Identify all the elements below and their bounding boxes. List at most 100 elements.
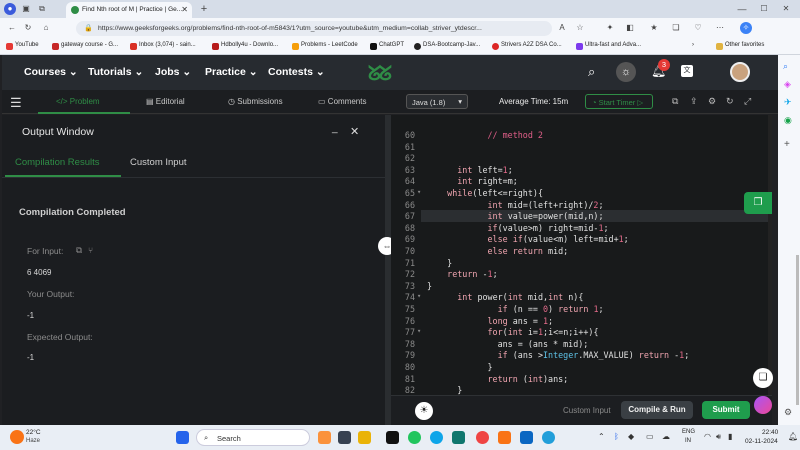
tray-app-icon[interactable]: ◆ — [628, 432, 634, 441]
tray-overflow-icon[interactable]: ⌃ — [598, 432, 605, 441]
file-explorer-icon[interactable] — [358, 431, 371, 444]
read-aloud-icon[interactable]: A — [556, 22, 568, 34]
minimize-panel-icon[interactable]: _ — [332, 123, 338, 134]
compile-run-button[interactable]: Compile & Run — [621, 401, 693, 419]
linkedin-icon[interactable] — [520, 431, 533, 444]
book-float-icon[interactable]: ❏ — [753, 368, 773, 388]
language-bottom[interactable]: IN — [685, 438, 691, 444]
code-line[interactable]: // method 2 — [427, 130, 543, 140]
tab-actions-icon[interactable]: ⧉ — [36, 3, 48, 15]
code-line[interactable]: while(left<=right){ — [427, 188, 543, 198]
sidebar-settings-icon[interactable]: ⚙ — [784, 407, 792, 418]
maximize-icon[interactable]: ☐ — [758, 3, 770, 15]
custom-input-button[interactable]: Custom Input — [563, 406, 611, 415]
favorites-icon[interactable]: ★ — [648, 22, 660, 34]
language-select[interactable]: Java (1.8) ▾ — [406, 94, 468, 109]
code-line[interactable]: if (ans >Integer.MAX_VALUE) return -1; — [427, 350, 690, 360]
bookmark-ultra-fast[interactable]: Ultra-fast and Adva... — [576, 42, 641, 50]
weather-icon[interactable] — [10, 430, 24, 444]
tab-custom-input[interactable]: Custom Input — [130, 157, 187, 168]
copy-input-icon[interactable]: ⧉ — [76, 245, 82, 256]
refresh-icon[interactable]: ↻ — [22, 22, 34, 34]
profile-icon[interactable]: ● — [4, 3, 16, 15]
battery-icon[interactable]: ▭ — [646, 432, 654, 441]
search-icon[interactable]: ⌕ — [588, 64, 595, 80]
bookmark-leetcode[interactable]: Problems - LeetCode — [292, 42, 358, 50]
bookmark-gateway[interactable]: gateway course - G... — [52, 42, 118, 50]
code-line[interactable]: ans = (ans * mid); — [427, 339, 589, 349]
sidebar-shopping-icon[interactable]: ◈ — [784, 79, 791, 90]
submit-button[interactable]: Submit — [702, 401, 750, 419]
tab-compilation-results[interactable]: Compilation Results — [15, 157, 99, 168]
collections-icon[interactable]: ❏ — [670, 22, 682, 34]
tab-problem[interactable]: </> Problem — [56, 97, 100, 106]
nav-jobs[interactable]: Jobs ⌄ — [155, 66, 191, 78]
nav-courses[interactable]: Courses ⌄ — [24, 66, 78, 78]
taskbar-search[interactable]: ⌕ Search — [196, 429, 310, 446]
nav-contests[interactable]: Contests ⌄ — [268, 66, 325, 78]
code-line[interactable]: int left=1; — [427, 165, 513, 175]
reset-icon[interactable]: ↻ — [726, 96, 734, 107]
home-icon[interactable]: ⌂ — [40, 22, 52, 34]
nav-practice[interactable]: Practice ⌄ — [205, 66, 258, 78]
whatsapp-icon[interactable] — [408, 431, 421, 444]
bookmark-other-favorites[interactable]: Other favorites — [716, 42, 764, 50]
browser-essentials-icon[interactable]: ♡ — [692, 22, 704, 34]
code-line[interactable]: if (n == 0) return 1; — [427, 304, 604, 314]
favorite-star-icon[interactable]: ☆ — [574, 22, 586, 34]
onedrive-icon[interactable]: ☁ — [662, 432, 670, 441]
bookmark-inbox[interactable]: Inbox (3,074) - sain... — [130, 42, 196, 50]
tab-submissions[interactable]: ◷ Submissions — [228, 97, 283, 106]
nav-tutorials[interactable]: Tutorials ⌄ — [88, 66, 143, 78]
bookmarks-overflow-icon[interactable]: › — [692, 42, 694, 48]
url-field[interactable]: 🔒 https://www.geeksforgeeks.org/problems… — [76, 21, 552, 36]
code-line[interactable]: else return mid; — [427, 246, 569, 256]
hamburger-menu-icon[interactable]: ☰ — [10, 95, 22, 111]
clock-time[interactable]: 22:40 — [762, 429, 778, 436]
sidebar-search-icon[interactable]: ⌕ — [783, 61, 788, 72]
chrome-icon[interactable] — [476, 431, 489, 444]
fold-arrow-icon[interactable]: ▾ — [417, 327, 421, 335]
start-timer-button[interactable]: ◔ Start Timer ▷ — [585, 94, 653, 109]
bluetooth-icon[interactable]: ᛒ — [614, 432, 619, 441]
task-view-icon[interactable] — [338, 431, 351, 444]
code-line[interactable]: long ans = 1; — [427, 316, 554, 326]
close-panel-icon[interactable]: ✕ — [350, 125, 359, 138]
code-line[interactable]: int mid=(left+right)/2; — [427, 200, 604, 210]
code-line[interactable]: int value=power(mid,n); — [427, 211, 604, 221]
code-editor[interactable]: 60 // method 2 61 62 63 int left=1; 64 int r… — [391, 115, 772, 395]
workspaces-icon[interactable]: ▣ — [20, 3, 32, 15]
code-line[interactable]: } — [427, 281, 432, 291]
translate-icon[interactable]: 文 — [681, 65, 693, 77]
battery-status-icon[interactable]: ▮ — [728, 432, 732, 441]
bulb-icon[interactable]: ☀ — [415, 402, 433, 420]
bookmark-hdbolly[interactable]: Hdbolly4u - Downlo... — [212, 42, 278, 50]
code-line[interactable]: int power(int mid,int n){ — [427, 292, 583, 302]
tab-editorial[interactable]: ▤ Editorial — [146, 97, 185, 106]
code-line[interactable]: } — [427, 385, 462, 395]
bookmark-chatgpt[interactable]: ChatGPT — [370, 42, 404, 50]
sidebar-games-icon[interactable]: ◉ — [784, 115, 792, 126]
copy-icon[interactable]: ⧉ — [672, 96, 678, 107]
code-line[interactable]: return (int)ans; — [427, 374, 569, 384]
active-tab[interactable]: Find Nth root of M | Practice | Ge... ✕ — [66, 2, 192, 18]
close-tab-icon[interactable]: ✕ — [181, 5, 188, 14]
editor-scrollbar[interactable] — [768, 115, 772, 395]
tab-comments[interactable]: ▭ Comments — [318, 97, 366, 106]
split-screen-icon[interactable]: ◧ — [624, 22, 636, 34]
fold-arrow-icon[interactable]: ▾ — [417, 188, 421, 196]
taskbar-app-icon[interactable] — [318, 431, 331, 444]
sidebar-tools-icon[interactable]: ✈ — [784, 97, 792, 108]
code-line[interactable]: } — [427, 362, 493, 372]
code-line[interactable]: return -1; — [427, 269, 497, 279]
notifications-icon[interactable]: 🔔︎ — [788, 432, 798, 441]
theme-toggle-icon[interactable]: ☼ — [616, 62, 636, 82]
back-icon[interactable]: ← — [6, 22, 18, 34]
bookmark-strivers[interactable]: Strivers A2Z DSA Co... — [492, 42, 562, 50]
edge-icon[interactable] — [430, 431, 443, 444]
sidebar-add-icon[interactable]: + — [784, 139, 790, 150]
assistant-float-icon[interactable] — [754, 396, 772, 414]
clock-date[interactable]: 02-11-2024 — [745, 438, 778, 445]
store-icon[interactable] — [452, 431, 465, 444]
page-scrollbar[interactable] — [796, 255, 799, 405]
